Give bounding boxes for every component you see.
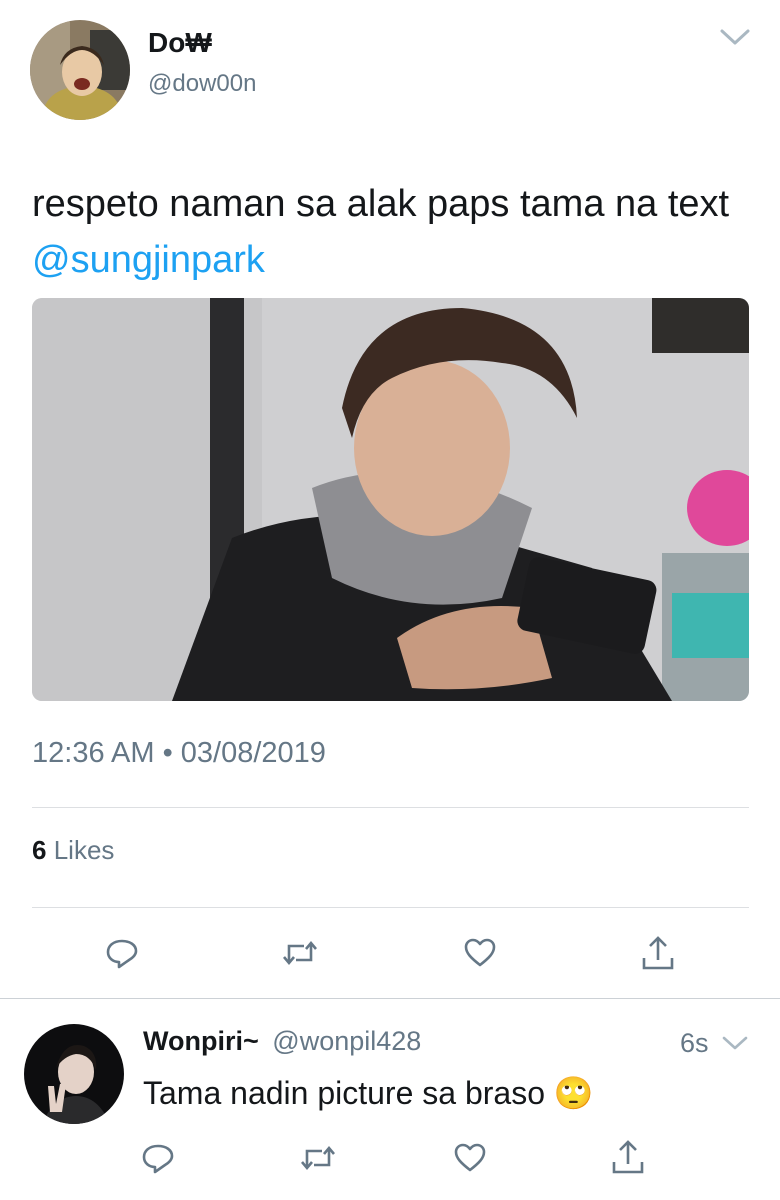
tweet-timestamp: 12:36 AM • 03/08/2019 [32, 737, 326, 769]
retweet-button[interactable] [278, 935, 322, 971]
chevron-down-icon[interactable] [721, 1034, 749, 1052]
reply-button[interactable] [138, 1140, 178, 1176]
tweet-photo[interactable] [32, 298, 749, 701]
share-button[interactable] [608, 1136, 648, 1178]
like-icon [453, 1143, 487, 1173]
share-icon [640, 934, 676, 972]
reply-icon [141, 1142, 175, 1174]
retweet-icon [298, 1143, 338, 1173]
reply-header: Wonpiri~ @wonpil428 [143, 1026, 421, 1057]
author-handle[interactable]: @dow00n [148, 70, 256, 98]
section-divider [0, 998, 780, 999]
reply-author-avatar[interactable] [24, 1024, 124, 1124]
like-button[interactable] [460, 935, 500, 971]
chevron-down-icon[interactable] [718, 26, 752, 48]
reply-time: 6s [680, 1028, 709, 1058]
reply-display-name[interactable]: Wonpiri~ [143, 1026, 259, 1056]
likes-summary[interactable]: 6 Likes [32, 835, 114, 866]
reply-button[interactable] [102, 935, 142, 971]
like-icon [463, 938, 497, 968]
divider [32, 807, 749, 808]
like-button[interactable] [450, 1140, 490, 1176]
likes-count: 6 [32, 835, 47, 865]
divider [32, 907, 749, 908]
likes-label: Likes [53, 835, 115, 865]
author-display-name[interactable]: Do₩ [148, 27, 212, 59]
tweet-text-body: respeto naman sa alak paps tama na text [32, 183, 730, 225]
reply-icon [105, 937, 139, 969]
retweet-icon [280, 938, 320, 968]
mention-link[interactable]: @sungjinpark [32, 239, 265, 281]
share-icon [610, 1138, 646, 1176]
reply-text: Tama nadin picture sa braso 🙄 [143, 1075, 594, 1111]
reply-handle[interactable]: @wonpil428 [272, 1026, 421, 1056]
tweet-text: respeto naman sa alak paps tama na text … [32, 176, 752, 288]
retweet-button[interactable] [296, 1140, 340, 1176]
author-avatar[interactable] [30, 20, 130, 120]
share-button[interactable] [638, 932, 678, 974]
